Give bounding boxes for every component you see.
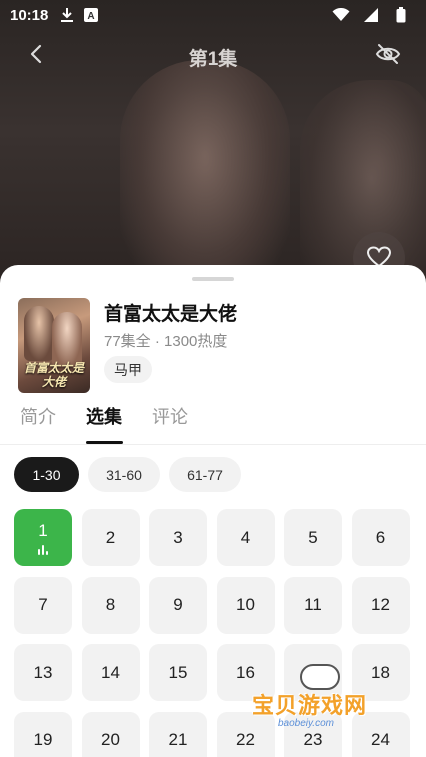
episode-number: 12 — [371, 595, 390, 614]
episode-button[interactable]: 22 — [216, 711, 275, 757]
episode-button[interactable]: 18 — [351, 644, 410, 701]
range-chip-61-77[interactable]: 61-77 — [169, 457, 241, 492]
hide-ui-button[interactable] — [368, 36, 408, 76]
episode-number: 17 — [303, 662, 323, 682]
drama-meta: 77集全 · 1300热度 — [104, 333, 228, 350]
episode-number: 7 — [38, 595, 48, 614]
episode-number: 15 — [168, 662, 188, 682]
download-icon — [58, 6, 76, 24]
svg-text:A: A — [88, 11, 95, 22]
episode-number: 20 — [101, 730, 120, 749]
eye-off-icon — [375, 43, 401, 70]
episode-number: 5 — [308, 527, 318, 547]
wifi-icon — [332, 6, 350, 24]
tab-episodes[interactable]: 选集 — [86, 403, 122, 429]
episode-number: 19 — [33, 730, 53, 749]
drag-handle[interactable] — [192, 277, 234, 281]
episode-button[interactable]: 15 — [149, 644, 207, 701]
episode-button[interactable]: 12 — [351, 576, 410, 634]
episode-button[interactable]: 16 — [216, 644, 275, 701]
a-badge-icon: A — [82, 6, 100, 24]
episode-button[interactable]: 17 — [284, 644, 342, 701]
episode-number: 11 — [304, 595, 322, 614]
divider — [0, 444, 426, 445]
poster-title-text: 首富太太是大佬 — [23, 361, 84, 389]
poster-figure — [52, 312, 82, 367]
tab-intro[interactable]: 简介 — [20, 403, 56, 429]
episode-button[interactable]: 1 — [14, 509, 72, 566]
episode-number: 22 — [236, 730, 255, 749]
episode-number: 13 — [33, 662, 53, 682]
status-time: 10:18 — [10, 6, 49, 24]
drama-title: 首富太太是大佬 — [104, 304, 238, 325]
top-bar: 第1集 — [0, 36, 426, 76]
episode-button[interactable]: 19 — [14, 711, 72, 757]
episode-number: 2 — [105, 527, 116, 547]
episode-number: 1 — [38, 520, 48, 540]
episode-number: 4 — [240, 527, 251, 547]
signal-icon — [362, 6, 380, 24]
episode-number: 16 — [236, 662, 255, 682]
episode-button[interactable]: 21 — [149, 711, 207, 757]
episode-button[interactable]: 10 — [216, 576, 275, 634]
episode-number: 23 — [303, 730, 323, 749]
playing-bars-icon — [38, 544, 48, 555]
episode-number: 14 — [101, 662, 120, 682]
tab-bar: 简介 选集 评论 — [0, 403, 426, 445]
episode-sheet: 首富太太是大佬 首富太太是大佬 77集全 · 1300热度 马甲 简介 选集 评… — [0, 265, 426, 757]
status-bar: 10:18 A — [0, 0, 426, 30]
range-chip-1-30[interactable]: 1-30 — [14, 457, 79, 492]
episode-button[interactable]: 6 — [351, 509, 410, 566]
drama-poster[interactable]: 首富太太是大佬 — [18, 298, 90, 393]
episode-button[interactable]: 5 — [284, 509, 342, 566]
episode-button[interactable]: 23 — [284, 711, 342, 757]
episode-button[interactable]: 8 — [81, 576, 140, 634]
episode-number: 9 — [173, 595, 183, 614]
episode-title: 第1集 — [188, 49, 238, 70]
video-frame-man — [120, 60, 290, 290]
tab-comments[interactable]: 评论 — [152, 403, 188, 429]
episode-number: 18 — [371, 662, 390, 682]
episode-button[interactable]: 24 — [351, 711, 410, 757]
battery-icon — [392, 6, 410, 24]
episode-number: 24 — [371, 730, 390, 749]
episode-button[interactable]: 11 — [284, 576, 342, 634]
range-chip-31-60[interactable]: 31-60 — [88, 457, 160, 492]
episode-number: 6 — [375, 527, 386, 547]
episode-number: 21 — [168, 730, 188, 749]
episode-button[interactable]: 3 — [149, 509, 207, 566]
episode-button[interactable]: 2 — [81, 509, 140, 566]
episode-number: 10 — [236, 595, 255, 614]
tag-chip[interactable]: 马甲 — [104, 356, 152, 383]
poster-figure — [24, 306, 54, 361]
episode-number: 8 — [105, 595, 116, 614]
episode-button[interactable]: 13 — [14, 644, 72, 701]
episode-button[interactable]: 14 — [81, 644, 140, 701]
episode-button[interactable]: 4 — [216, 509, 275, 566]
episode-button[interactable]: 9 — [149, 576, 207, 634]
episode-button[interactable]: 7 — [14, 576, 72, 634]
episode-button[interactable]: 20 — [81, 711, 140, 757]
episode-number: 3 — [173, 527, 183, 547]
